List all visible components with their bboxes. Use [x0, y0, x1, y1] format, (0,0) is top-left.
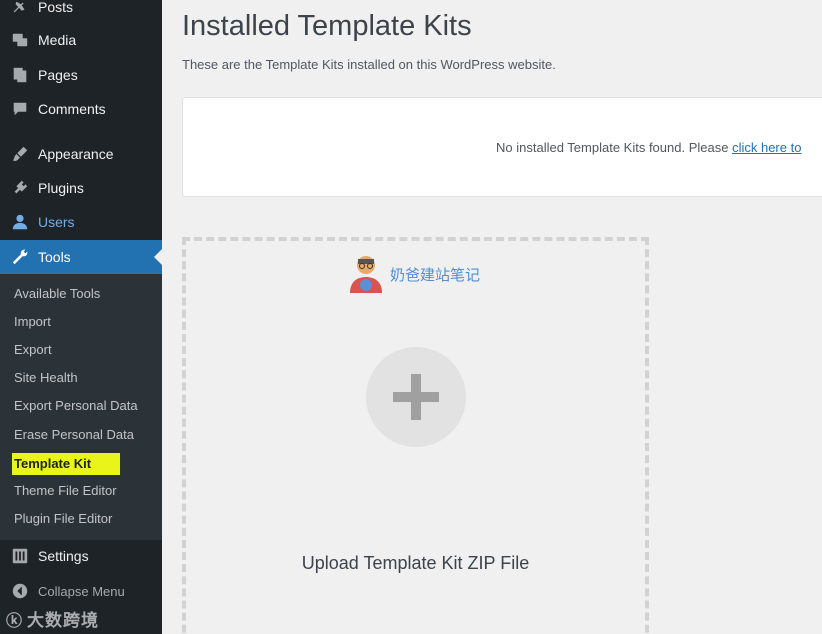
wrench-icon — [10, 247, 30, 267]
submenu-site-health[interactable]: Site Health — [14, 370, 78, 388]
watermark: ⓚ 大数跨境 — [6, 606, 99, 631]
brand-text: 奶爸建站笔记 — [390, 265, 481, 284]
mascot-icon — [350, 256, 382, 293]
pin-icon — [10, 0, 30, 17]
menu-tools-label: Tools — [38, 249, 71, 265]
menu-media-label: Media — [38, 32, 77, 48]
collapse-arrow-icon — [10, 581, 30, 601]
upload-label[interactable]: Upload Template Kit ZIP File — [186, 553, 645, 574]
tools-submenu: Available Tools Import Export Site Healt… — [0, 274, 162, 540]
plugin-icon — [10, 178, 30, 198]
notice-text: No installed Template Kits found. Please… — [496, 140, 801, 155]
upload-plus-button[interactable] — [366, 347, 466, 447]
menu-users-label: Users — [38, 214, 75, 230]
comment-icon — [10, 99, 30, 119]
watermark-logo-icon: ⓚ — [6, 612, 24, 630]
watermark-text: 大数跨境 — [27, 611, 100, 630]
submenu-theme-file-editor[interactable]: Theme File Editor — [14, 483, 117, 501]
no-kits-notice: No installed Template Kits found. Please… — [182, 97, 822, 197]
menu-users[interactable]: Users — [0, 205, 162, 239]
plus-icon — [393, 374, 439, 420]
page-subtitle: These are the Template Kits installed on… — [182, 57, 556, 72]
menu-appearance-label: Appearance — [38, 146, 114, 162]
upload-dropzone[interactable]: 奶爸建站笔记 Upload Template Kit ZIP File — [182, 237, 649, 634]
submenu-available-tools[interactable]: Available Tools — [14, 286, 100, 304]
user-icon — [10, 212, 30, 232]
submenu-erase-personal-data[interactable]: Erase Personal Data — [14, 427, 134, 445]
notice-link[interactable]: click here to — [732, 140, 801, 155]
menu-settings-label: Settings — [38, 548, 89, 564]
active-indicator — [154, 249, 162, 265]
collapse-menu-label: Collapse Menu — [38, 583, 125, 599]
media-icon — [10, 30, 30, 50]
menu-media[interactable]: Media — [0, 23, 162, 57]
collapse-menu-button[interactable]: Collapse Menu — [0, 574, 162, 608]
menu-posts[interactable]: Posts — [0, 0, 162, 24]
submenu-template-kit[interactable]: Template Kit — [12, 453, 120, 475]
menu-pages-label: Pages — [38, 67, 78, 83]
menu-tools[interactable]: Tools — [0, 240, 162, 274]
submenu-export-personal-data[interactable]: Export Personal Data — [14, 398, 138, 416]
menu-appearance[interactable]: Appearance — [0, 137, 162, 171]
submenu-import[interactable]: Import — [14, 314, 51, 332]
menu-plugins-label: Plugins — [38, 180, 84, 196]
menu-comments[interactable]: Comments — [0, 92, 162, 126]
admin-sidebar: Posts Media Pages Comments Appearance Pl… — [0, 0, 162, 634]
menu-settings[interactable]: Settings — [0, 539, 162, 573]
submenu-export[interactable]: Export — [14, 342, 52, 360]
menu-plugins[interactable]: Plugins — [0, 171, 162, 205]
menu-comments-label: Comments — [38, 101, 106, 117]
brand-watermark: 奶爸建站笔记 — [346, 253, 480, 295]
settings-icon — [10, 546, 30, 566]
submenu-plugin-file-editor[interactable]: Plugin File Editor — [14, 511, 112, 529]
notice-message: No installed Template Kits found. Please — [496, 140, 729, 155]
pages-icon — [10, 65, 30, 85]
brush-icon — [10, 144, 30, 164]
page-title: Installed Template Kits — [182, 10, 472, 42]
menu-posts-label: Posts — [38, 0, 74, 15]
menu-pages[interactable]: Pages — [0, 58, 162, 92]
